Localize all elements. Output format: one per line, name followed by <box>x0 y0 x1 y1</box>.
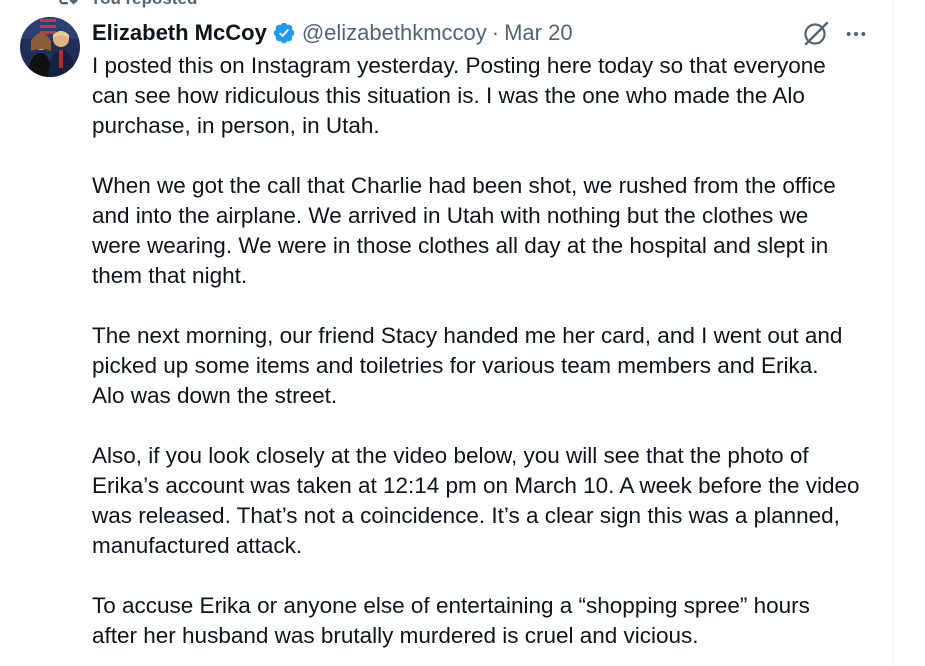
repost-label: You reposted <box>90 0 197 9</box>
grok-icon[interactable] <box>800 19 832 49</box>
tweet-paragraph: When we got the call that Charlie had be… <box>92 173 836 288</box>
more-icon[interactable] <box>840 19 872 49</box>
tweet-text: I posted this on Instagram yesterday. Po… <box>92 51 882 666</box>
header-separator: · <box>491 20 500 45</box>
repost-icon <box>56 0 78 13</box>
repost-indicator[interactable]: You reposted <box>56 0 197 10</box>
tweet-paragraph: Also, if you look closely at the video b… <box>92 443 860 558</box>
column-border <box>893 0 894 666</box>
author-handle[interactable]: @elizabethkmccoy <box>302 20 487 46</box>
tweet-paragraph: To accuse Erika or anyone else of entert… <box>92 593 810 648</box>
tweet-date[interactable]: Mar 20 <box>504 20 572 46</box>
avatar[interactable] <box>20 17 80 77</box>
tweet-paragraph: I posted this on Instagram yesterday. Po… <box>92 53 826 138</box>
tweet-paragraph: The next morning, our friend Stacy hande… <box>92 323 843 408</box>
author-name[interactable]: Elizabeth McCoy <box>92 20 267 46</box>
verified-badge-icon <box>272 21 296 45</box>
tweet-header: Elizabeth McCoy @elizabethkmccoy · Mar 2… <box>92 18 573 48</box>
tweet-page: You reposted Elizabeth McCoy @elizabethk… <box>0 0 925 666</box>
